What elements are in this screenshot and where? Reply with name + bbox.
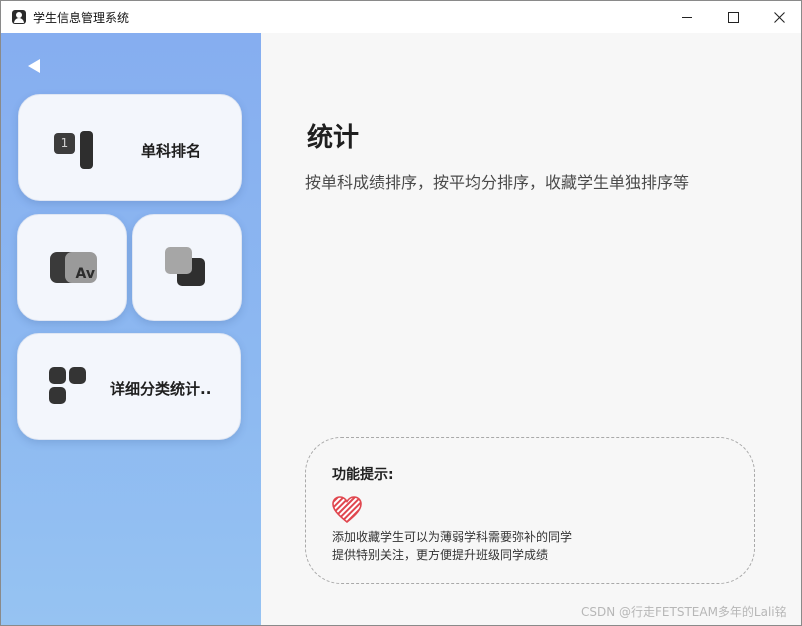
tip-title: 功能提示: bbox=[332, 467, 394, 483]
main-content: 统计 按单科成绩排序，按平均分排序，收藏学生单独排序等 功能提示: 添加收藏学生… bbox=[261, 33, 801, 625]
tip-panel: 功能提示: 添加收藏学生可以为薄弱学科需要弥补的同学 提供特别关注，更方便提升班… bbox=[305, 437, 755, 584]
close-button[interactable] bbox=[756, 1, 801, 33]
card-label-rank: 单科排名 bbox=[141, 142, 202, 160]
tip-text-line-1: 添加收藏学生可以为薄弱学科需要弥补的同学 bbox=[332, 530, 573, 544]
minimize-button[interactable] bbox=[664, 1, 710, 33]
sidebar: 1 单科排名 Av 详细分类统计.. bbox=[1, 33, 261, 625]
back-button[interactable] bbox=[25, 57, 43, 75]
maximize-button[interactable] bbox=[710, 1, 756, 33]
app-window: 学生信息管理系统 1 单科排名 Av 详细分类统计.. 统计 按单科成绩排序，按… bbox=[0, 0, 802, 626]
heart-icon bbox=[332, 496, 362, 524]
blocks-icon bbox=[49, 367, 89, 407]
copy-card[interactable] bbox=[132, 214, 242, 321]
window-title: 学生信息管理系统 bbox=[33, 10, 130, 25]
av-font-card[interactable]: Av bbox=[17, 214, 127, 321]
page-title: 统计 bbox=[307, 123, 360, 153]
single-subject-ranking-card[interactable]: 1 单科排名 bbox=[18, 94, 242, 201]
maximize-icon bbox=[727, 11, 739, 23]
copy-paste-icon bbox=[165, 247, 209, 291]
back-arrow-icon bbox=[28, 59, 40, 73]
tip-text-line-2: 提供特别关注，更方便提升班级同学成绩 bbox=[332, 548, 549, 562]
watermark: CSDN @行走FETSTEAM多年的Lali铭 bbox=[581, 605, 787, 619]
close-icon bbox=[773, 11, 785, 23]
app-user-icon bbox=[12, 10, 26, 24]
page-subtitle: 按单科成绩排序，按平均分排序，收藏学生单独排序等 bbox=[305, 173, 690, 192]
minimize-icon bbox=[682, 16, 692, 18]
ranking-icon: 1 bbox=[54, 131, 96, 171]
title-bar: 学生信息管理系统 bbox=[1, 1, 801, 33]
av-font-icon: Av bbox=[50, 252, 100, 286]
detailed-statistics-card[interactable]: 详细分类统计.. bbox=[17, 333, 241, 440]
card-label-detail: 详细分类统计.. bbox=[110, 380, 212, 398]
